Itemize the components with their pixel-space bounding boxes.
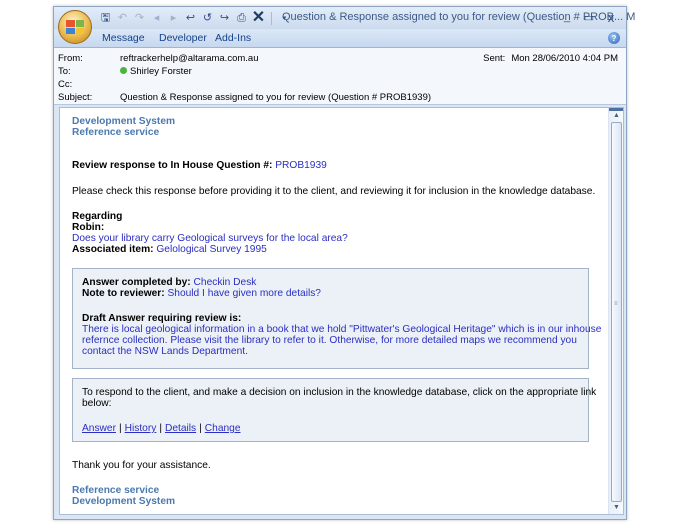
outlook-message-window: 🖫 ↶ ↷ ◂ ▸ ↩ ↺ ↪ ⎙ ✕ ▾ Question & Respons…: [53, 6, 635, 520]
presence-online-icon: [120, 67, 127, 74]
question-id: PROB1939: [275, 160, 327, 171]
message-headers: From: reftrackerhelp@altarama.com.au Sen…: [54, 48, 626, 105]
scroll-up-arrow-icon[interactable]: ▲: [609, 108, 623, 122]
save-icon[interactable]: 🖫: [98, 11, 113, 26]
subject-row: Subject: Question & Response assigned to…: [54, 92, 626, 104]
reply-all-icon[interactable]: ↺: [200, 11, 215, 26]
next-item-icon[interactable]: ▸: [166, 11, 181, 26]
delete-icon[interactable]: ✕: [251, 10, 266, 26]
respond-box: To respond to the client, and make a dec…: [72, 378, 596, 442]
from-label: From:: [58, 53, 83, 64]
cc-label: Cc:: [58, 79, 73, 90]
ribbon-tab-row: Message Developer Add-Ins ?: [54, 29, 626, 48]
system-name-line2: Reference service: [72, 127, 160, 138]
answer-completed-label: Answer completed by:: [82, 277, 191, 288]
instruction-text: Please check this response before provid…: [72, 186, 596, 197]
maximize-button[interactable]: ▭: [578, 9, 600, 25]
from-row: From: reftrackerhelp@altarama.com.au Sen…: [54, 53, 626, 65]
thanks-text: Thank you for your assistance.: [72, 460, 211, 471]
to-value: Shirley Forster: [130, 66, 192, 77]
redo-icon[interactable]: ↷: [132, 11, 147, 26]
tab-developer[interactable]: Developer: [159, 32, 207, 44]
tab-message[interactable]: Message: [102, 32, 145, 44]
associated-label: Associated item:: [72, 244, 154, 255]
toolbar-separator: [271, 11, 272, 25]
from-value[interactable]: reftrackerhelp@altarama.com.au: [120, 53, 258, 64]
sent-info: Sent: Mon 28/06/2010 4:04 PM: [483, 53, 618, 64]
history-link[interactable]: History: [125, 423, 157, 434]
minimize-button[interactable]: _: [556, 9, 578, 25]
vertical-scrollbar[interactable]: ▲ ≡ ▼: [608, 108, 623, 514]
scroll-down-arrow-icon[interactable]: ▼: [609, 500, 623, 514]
note-to-reviewer: Note to reviewer: Should I have given mo…: [82, 288, 321, 300]
link-separator: |: [118, 423, 122, 434]
note-label: Note to reviewer:: [82, 288, 165, 299]
tab-add-ins[interactable]: Add-Ins: [215, 32, 251, 44]
cc-row: Cc:: [54, 79, 626, 91]
scrollbar-thumb[interactable]: ≡: [611, 122, 622, 502]
respond-line2: below:: [82, 398, 112, 409]
subject-value: Question & Response assigned to you for …: [120, 92, 432, 103]
draft-answer-line3: contact the NSW Lands Department.: [82, 346, 248, 357]
reply-icon[interactable]: ↩: [183, 11, 198, 26]
answer-completed-value: Checkin Desk: [193, 277, 257, 288]
sent-label: Sent:: [483, 53, 506, 64]
answer-box: Answer completed by: Checkin Desk Note t…: [72, 268, 601, 369]
note-value: Should I have given more details?: [167, 288, 321, 299]
associated-value: Gelological Survey 1995: [156, 244, 267, 255]
details-link[interactable]: Details: [165, 423, 196, 434]
associated-item: Associated item: Gelological Survey 1995: [72, 244, 267, 256]
link-separator: |: [159, 423, 162, 434]
review-label: Review response to In House Question #:: [72, 160, 273, 171]
to-row: To: Shirley Forster: [54, 66, 626, 78]
window-controls: _ ▭ x: [556, 9, 622, 25]
action-links: Answer | History | Details | Change: [82, 423, 240, 435]
change-link[interactable]: Change: [205, 423, 241, 434]
respond-line1: To respond to the client, and make a dec…: [82, 387, 597, 398]
to-label: To:: [58, 66, 71, 77]
footer-line2: Development System: [72, 496, 176, 507]
message-body[interactable]: Development System Reference service Rev…: [59, 107, 624, 515]
quick-access-toolbar: 🖫 ↶ ↷ ◂ ▸ ↩ ↺ ↪ ⎙ ✕ ▾: [98, 10, 292, 26]
print-icon[interactable]: ⎙: [234, 11, 249, 26]
title-bar: 🖫 ↶ ↷ ◂ ▸ ↩ ↺ ↪ ⎙ ✕ ▾ Question & Respons…: [54, 7, 635, 29]
help-icon[interactable]: ?: [608, 32, 620, 44]
sent-value: Mon 28/06/2010 4:04 PM: [511, 53, 618, 64]
review-heading: Review response to In House Question #: …: [72, 160, 327, 172]
to-recipient[interactable]: Shirley Forster: [120, 66, 192, 77]
answer-link[interactable]: Answer: [82, 423, 116, 434]
close-button[interactable]: x: [600, 9, 622, 25]
previous-item-icon[interactable]: ◂: [149, 11, 164, 26]
link-separator: |: [199, 423, 202, 434]
scrollbar-grip-icon: ≡: [614, 301, 618, 307]
undo-icon[interactable]: ↶: [115, 11, 130, 26]
forward-icon[interactable]: ↪: [217, 11, 232, 26]
subject-label: Subject:: [58, 92, 93, 103]
office-button[interactable]: [58, 10, 92, 44]
office-logo-icon: [66, 20, 84, 34]
